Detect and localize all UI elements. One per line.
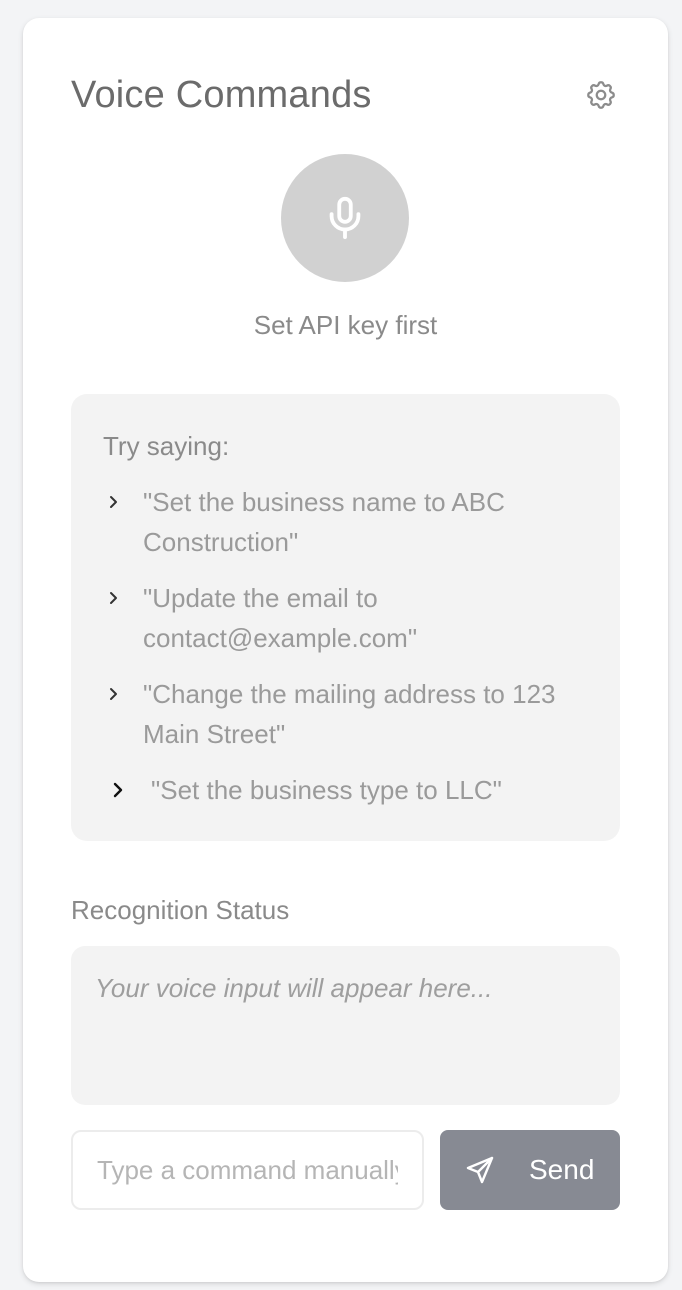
suggestion-item: "Change the mailing address to 123 Main … <box>103 674 593 754</box>
recognition-status-label: Recognition Status <box>71 895 290 925</box>
gear-icon <box>587 81 615 109</box>
settings-button[interactable] <box>581 75 621 115</box>
command-input[interactable] <box>71 1130 424 1210</box>
voice-commands-panel: Voice Commands Set API key first Try say… <box>23 18 668 1282</box>
suggestion-item: "Set the business type to LLC" <box>103 770 593 810</box>
suggestion-text: "Change the mailing address to 123 Main … <box>143 679 556 749</box>
chevron-right-icon <box>113 782 123 798</box>
suggestion-text: "Set the business name to ABC Constructi… <box>143 487 505 557</box>
recognition-placeholder-text: Your voice input will appear here... <box>95 973 493 1003</box>
send-label: Send <box>529 1154 595 1185</box>
suggestions-box: Try saying: "Set the business name to AB… <box>71 394 620 841</box>
suggestion-text: "Update the email to contact@example.com… <box>143 583 418 653</box>
chevron-right-icon <box>110 688 117 700</box>
microphone-icon <box>329 196 361 240</box>
suggestion-item: "Set the business name to ABC Constructi… <box>103 482 593 562</box>
mic-status-text: Set API key first <box>253 310 438 340</box>
send-button[interactable]: Send <box>440 1130 620 1210</box>
recognition-status-box: Your voice input will appear here... <box>71 946 620 1105</box>
suggestion-item: "Update the email to contact@example.com… <box>103 578 593 658</box>
chevron-right-icon <box>110 592 117 604</box>
suggestions-title: Try saying: <box>103 431 230 461</box>
panel-title: Voice Commands <box>71 74 372 116</box>
paper-plane-icon <box>466 1156 494 1184</box>
suggestion-text: "Set the business type to LLC" <box>151 775 502 805</box>
microphone-button[interactable] <box>281 154 409 282</box>
chevron-right-icon <box>110 496 117 508</box>
